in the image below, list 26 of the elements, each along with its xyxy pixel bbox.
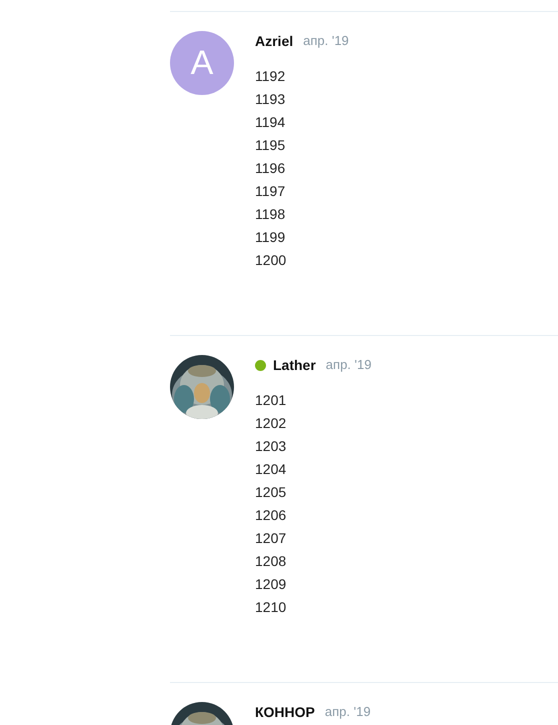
post-text: 1194	[255, 113, 286, 132]
post-text: 1210	[255, 598, 288, 617]
avatar[interactable]: A	[170, 31, 234, 95]
username[interactable]: Azriel	[255, 30, 294, 52]
post-text: 1195	[255, 136, 286, 155]
post-text: 1208	[255, 552, 288, 571]
post-text: 1199	[255, 228, 286, 247]
post-text: 1203	[255, 437, 288, 456]
post-text: 1193	[255, 90, 286, 109]
post-text: 1198	[255, 205, 286, 224]
post-text: 1201	[255, 391, 288, 410]
post-text: 1209	[255, 575, 288, 594]
post-date[interactable]: апр. '19	[303, 31, 349, 51]
post-text: 1196	[255, 159, 286, 178]
post-text: 1200	[255, 251, 288, 270]
post-date[interactable]: апр. '19	[326, 355, 372, 375]
post-text: 1207	[255, 529, 288, 548]
username[interactable]: Lather	[273, 354, 316, 376]
post-text: 1197	[255, 182, 286, 201]
username[interactable]: КОННОР	[255, 702, 315, 722]
post-text: 1192	[255, 67, 286, 86]
post-text: 1205	[255, 483, 288, 502]
post-text: 1202	[255, 414, 288, 433]
post-date[interactable]: апр. '19	[324, 702, 371, 722]
post-text: 1206	[255, 506, 288, 525]
post-text: 1204	[255, 460, 288, 479]
